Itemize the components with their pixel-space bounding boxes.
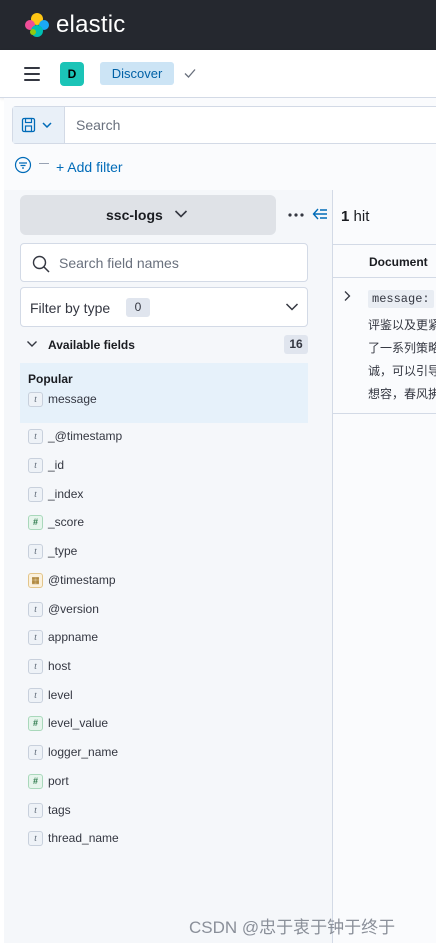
field-name: _index [48, 487, 84, 501]
query-bar [12, 106, 436, 144]
search-input[interactable] [66, 107, 426, 143]
field-item[interactable]: t level [28, 687, 298, 705]
field-item[interactable]: t _id [28, 457, 298, 475]
results-divider [333, 244, 436, 245]
number-type-icon: # [28, 716, 43, 731]
field-name: logger_name [48, 745, 119, 759]
filter-options-icon[interactable] [14, 156, 32, 174]
chevron-down-icon [27, 341, 37, 347]
space-avatar[interactable]: D [60, 62, 84, 86]
field-search [20, 243, 308, 282]
index-pattern-selector[interactable]: ssc-logs [20, 195, 276, 235]
string-type-icon: t [28, 487, 43, 502]
document-column-header[interactable]: Document [369, 255, 428, 269]
available-fields-label: Available fields [48, 338, 135, 352]
search-icon [32, 255, 50, 273]
string-type-icon: t [28, 429, 43, 444]
date-type-icon: ▦ [28, 573, 43, 588]
number-type-icon: # [28, 515, 43, 530]
string-type-icon: t [28, 688, 43, 703]
string-type-icon: t [28, 745, 43, 760]
chevron-right-icon[interactable] [342, 290, 352, 302]
hit-count: 1 hit [341, 208, 369, 225]
filter-by-type-count: 0 [126, 298, 150, 317]
more-options-icon[interactable] [287, 212, 305, 218]
string-type-icon: t [28, 831, 43, 846]
string-type-icon: t [28, 458, 43, 473]
results-divider [333, 277, 436, 278]
filter-by-type-dropdown[interactable]: Filter by type 0 [20, 287, 308, 327]
results-divider [333, 413, 436, 414]
field-item[interactable]: t host [28, 658, 298, 676]
saved-query-button[interactable] [13, 107, 65, 143]
field-item-message[interactable]: t message [28, 391, 298, 409]
field-item[interactable]: t _type [28, 543, 298, 561]
document-line: 评鉴以及更紧 [368, 318, 436, 332]
menu-icon[interactable] [24, 67, 40, 81]
watermark: CSDN @忠于衷于钟于终于 [189, 918, 396, 937]
collapse-sidebar-icon[interactable] [312, 206, 328, 222]
chevron-down-icon [285, 303, 299, 311]
field-item[interactable]: t thread_name [28, 830, 298, 848]
field-item[interactable]: t logger_name [28, 744, 298, 762]
index-pattern-label: ssc-logs [106, 207, 163, 223]
field-name: host [48, 659, 71, 673]
string-type-icon: t [28, 544, 43, 559]
string-type-icon: t [28, 630, 43, 645]
chevron-down-icon [174, 210, 188, 218]
filter-divider [39, 163, 49, 164]
string-type-icon: t [28, 602, 43, 617]
field-item[interactable]: t tags [28, 802, 298, 820]
string-type-icon: t [28, 392, 43, 407]
field-name: level [48, 688, 73, 702]
field-search-input[interactable] [59, 244, 299, 281]
hit-count-value: 1 [341, 208, 350, 225]
number-type-icon: # [28, 774, 43, 789]
field-name: @version [48, 602, 99, 616]
field-name: @timestamp [48, 573, 116, 587]
field-item[interactable]: ▦ @timestamp [28, 572, 298, 590]
field-name: _score [48, 515, 85, 529]
document-field-key: message: [368, 290, 434, 308]
document-line: 了一系列策略 [368, 341, 436, 355]
field-item[interactable]: # port [28, 773, 298, 791]
field-name: level_value [48, 716, 109, 730]
document-text: 评鉴以及更紧 了一系列策略 诚，可以引导 想容，春风拂 [368, 314, 436, 406]
field-item[interactable]: t _index [28, 486, 298, 504]
available-fields-count: 16 [284, 335, 308, 354]
field-name: message [48, 392, 97, 406]
check-icon [184, 69, 196, 78]
field-item[interactable]: # _score [28, 514, 298, 532]
field-name: thread_name [48, 831, 119, 845]
string-type-icon: t [28, 659, 43, 674]
field-name: _type [48, 544, 78, 558]
breadcrumb-discover[interactable]: Discover [100, 62, 174, 85]
hit-count-label: hit [353, 208, 370, 225]
field-name: _@timestamp [48, 429, 123, 443]
field-item[interactable]: t _@timestamp [28, 428, 298, 446]
field-item[interactable]: t appname [28, 629, 298, 647]
document-line: 诚，可以引导 [368, 364, 436, 378]
field-name: tags [48, 803, 71, 817]
sidebar-divider [332, 190, 333, 943]
add-filter-button[interactable]: + Add filter [56, 159, 123, 175]
available-fields-toggle[interactable]: Available fields 16 [20, 334, 308, 356]
elastic-logo-icon[interactable] [24, 12, 50, 38]
filter-by-type-label: Filter by type [30, 300, 111, 316]
field-item[interactable]: # level_value [28, 715, 298, 733]
field-name: _id [48, 458, 65, 472]
popular-label: Popular [28, 372, 73, 386]
field-item[interactable]: t @version [28, 601, 298, 619]
document-line: 想容，春风拂 [368, 387, 436, 401]
save-icon [21, 117, 52, 133]
top-header: elastic [0, 0, 436, 50]
field-name: appname [48, 630, 99, 644]
field-name: port [48, 774, 69, 788]
string-type-icon: t [28, 803, 43, 818]
brand-name: elastic [56, 11, 126, 38]
